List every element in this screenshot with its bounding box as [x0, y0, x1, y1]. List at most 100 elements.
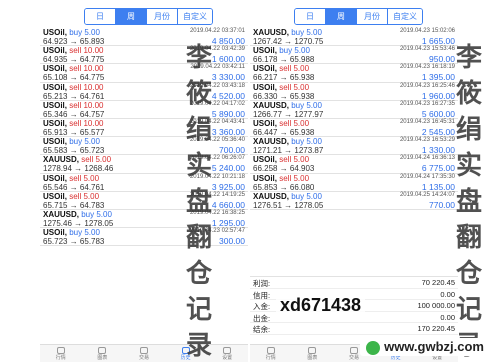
trade-prices: 1267.42 → 1270.75	[253, 37, 324, 46]
trade-prices: 65.913 → 65.577	[43, 127, 105, 137]
symbol-name: USOil	[43, 28, 65, 37]
trade-symbol: USOil, sell 10.00	[43, 46, 104, 56]
trade-profit: 770.00	[429, 199, 455, 210]
symbol-name: XAUUSD	[43, 155, 77, 165]
site-watermark: www.gwbzj.com	[360, 338, 490, 356]
tabbar-label: 行情	[265, 355, 276, 361]
symbol-name: USOil	[43, 118, 65, 128]
trade-row[interactable]: USOil, buy 5.00 64.923 → 65.893 2019.04.22…	[40, 28, 248, 47]
tabbar-label: 交易	[138, 355, 149, 361]
trade-symbol: USOil, sell 5.00	[253, 82, 310, 92]
period-segmented-control: 日 周 月份 自定义	[84, 8, 213, 25]
summary-key: 利润:	[253, 279, 271, 288]
trade-action: buy 5.00	[291, 28, 322, 37]
overlay-char: 李	[185, 43, 212, 73]
trade-profit: 700.00	[219, 145, 245, 156]
tab-week[interactable]: 周	[116, 9, 147, 24]
trade-profit: 1 135.00	[421, 181, 455, 192]
trade-time: 2019.04.23 16:25:46	[399, 82, 455, 89]
tabbar-item[interactable]: 行情	[250, 345, 292, 362]
symbol-name: USOil	[43, 228, 65, 238]
summary-key: 入金:	[253, 302, 271, 311]
trade-row[interactable]: XAUUSD, buy 5.00 1266.77 → 1277.97 2019.04…	[250, 101, 458, 119]
trade-row[interactable]: USOil, buy 5.00 65.583 → 65.723 2019.04.22…	[40, 137, 248, 156]
trade-time: 2019.04.23 16:18:19	[399, 64, 455, 71]
trade-list: XAUUSD, buy 5.00 1267.42 → 1270.75 2019.04…	[250, 28, 458, 210]
tab-custom[interactable]: 自定义	[388, 9, 422, 24]
trade-row[interactable]: XAUUSD, buy 5.00 1276.51 → 1278.05 2019.04…	[250, 192, 458, 210]
trade-row[interactable]: USOil, sell 5.00 66.330 → 65.938 2019.04.2…	[250, 83, 458, 101]
trade-profit: 3 330.00	[211, 72, 245, 83]
trade-symbol: XAUUSD, buy 5.00	[253, 100, 322, 110]
tabbar-label: 图表	[97, 355, 108, 361]
tab-custom[interactable]: 自定义	[178, 9, 212, 24]
trade-symbol: USOil, sell 5.00	[253, 64, 310, 74]
trade-row[interactable]: XAUUSD, buy 5.00 1271.21 → 1273.87 2019.04…	[250, 137, 458, 156]
bottom-tab-bar: 行情 图表 交易 历史 设置	[40, 344, 248, 362]
trade-row[interactable]: XAUUSD, sell 5.00 1278.94 → 1268.46 2019.0…	[40, 155, 248, 174]
summary-value: 0.00	[440, 289, 455, 299]
trade-row[interactable]: XAUUSD, buy 5.00 1267.42 → 1270.75 2019.04…	[250, 28, 458, 47]
trade-time: 2019.04.25 14:24:07	[399, 191, 455, 198]
overlay-char: 记	[455, 295, 482, 325]
trade-row[interactable]: USOil, sell 5.00 66.217 → 65.938 2019.04.2…	[250, 64, 458, 83]
trade-prices: 65.108 → 64.775	[43, 73, 105, 83]
overlay-char: 李	[455, 43, 482, 73]
tab-day[interactable]: 日	[295, 9, 326, 24]
overlay-title-left: 李筱绢实盘翻仓记录	[185, 40, 213, 364]
summary-value: 0.00	[440, 312, 455, 322]
trade-row[interactable]: USOil, sell 10.00 65.913 → 65.577 2019.04.…	[40, 118, 248, 138]
trade-row[interactable]: USOil, sell 5.00 66.447 → 65.938 2019.04.2…	[250, 118, 458, 138]
overlay-char: 盘	[455, 187, 482, 217]
trade-profit: 1 295.00	[211, 217, 245, 228]
trade-symbol: USOil, sell 5.00	[43, 191, 100, 201]
tab-day[interactable]: 日	[85, 9, 116, 24]
tab-month[interactable]: 月份	[357, 9, 388, 24]
overlay-char: 仓	[455, 259, 482, 289]
trade-action: sell 10.00	[69, 82, 104, 92]
symbol-name: USOil	[43, 64, 65, 74]
trade-action: sell 10.00	[69, 100, 104, 110]
trade-profit: 5 240.00	[211, 163, 245, 174]
tabbar-item[interactable]: 图表	[292, 345, 334, 362]
summary-key: 信用:	[253, 290, 271, 300]
trade-row[interactable]: USOil, sell 10.00 64.935 → 64.775 2019.04.…	[40, 46, 248, 65]
summary-value: 170 220.45	[417, 324, 455, 333]
overlay-char: 盘	[185, 187, 212, 217]
tab-week[interactable]: 周	[326, 9, 357, 24]
trade-row[interactable]: USOil, sell 10.00 65.213 → 64.761 2019.04.…	[40, 83, 248, 101]
overlay-char: 实	[185, 151, 212, 181]
tab-month[interactable]: 月份	[147, 9, 178, 24]
trade-row[interactable]: USOil, buy 5.00 66.178 → 65.988 2019.04.23…	[250, 46, 458, 65]
trade-profit: 4 520.00	[211, 90, 245, 101]
symbol-name: XAUUSD	[253, 191, 287, 201]
tab-icon	[56, 347, 65, 354]
trade-row[interactable]: USOil, sell 10.00 65.346 → 64.757 2019.04.…	[40, 101, 248, 119]
tabbar-label: 图表	[307, 355, 318, 361]
trade-row[interactable]: XAUUSD, buy 5.00 1275.46 → 1278.05 2019.04…	[40, 209, 248, 229]
trade-profit: 3 360.00	[211, 126, 245, 137]
overlay-char: 录	[185, 331, 212, 361]
trade-row[interactable]: USOil, sell 5.00 66.258 → 64.903 2019.04.2…	[250, 155, 458, 174]
trade-profit: 3 925.00	[211, 181, 245, 192]
trade-prices: 65.546 → 64.761	[43, 182, 105, 192]
trade-symbol: XAUUSD, buy 5.00	[43, 209, 112, 219]
trade-row[interactable]: USOil, sell 5.00 65.853 → 66.080 2019.04.2…	[250, 174, 458, 192]
tabbar-item[interactable]: 图表	[82, 345, 124, 362]
trade-row[interactable]: USOil, sell 5.00 65.715 → 64.783 2019.04.2…	[40, 192, 248, 210]
trade-symbol: USOil, sell 5.00	[43, 173, 100, 183]
trade-symbol: USOil, sell 5.00	[253, 118, 310, 128]
trade-action: sell 5.00	[279, 118, 310, 128]
overlay-title-right: 李筱绢实盘翻仓记录	[455, 40, 483, 364]
trade-profit: 1 960.00	[421, 90, 455, 101]
tabbar-item[interactable]: 行情	[40, 345, 82, 362]
overlay-char: 翻	[455, 223, 482, 253]
tab-icon	[308, 347, 317, 354]
trade-symbol: USOil, buy 5.00	[43, 28, 100, 37]
trade-row[interactable]: USOil, sell 5.00 65.546 → 64.761 2019.04.2…	[40, 174, 248, 192]
tabbar-item[interactable]: 交易	[123, 345, 165, 362]
trade-prices: 65.853 → 66.080	[253, 182, 315, 192]
trade-symbol: USOil, sell 10.00	[43, 64, 104, 74]
trade-row[interactable]: USOil, buy 5.00 65.723 → 65.783 2019.04.23…	[40, 228, 248, 247]
trade-row[interactable]: USOil, sell 10.00 65.108 → 64.775 2019.04.…	[40, 64, 248, 83]
